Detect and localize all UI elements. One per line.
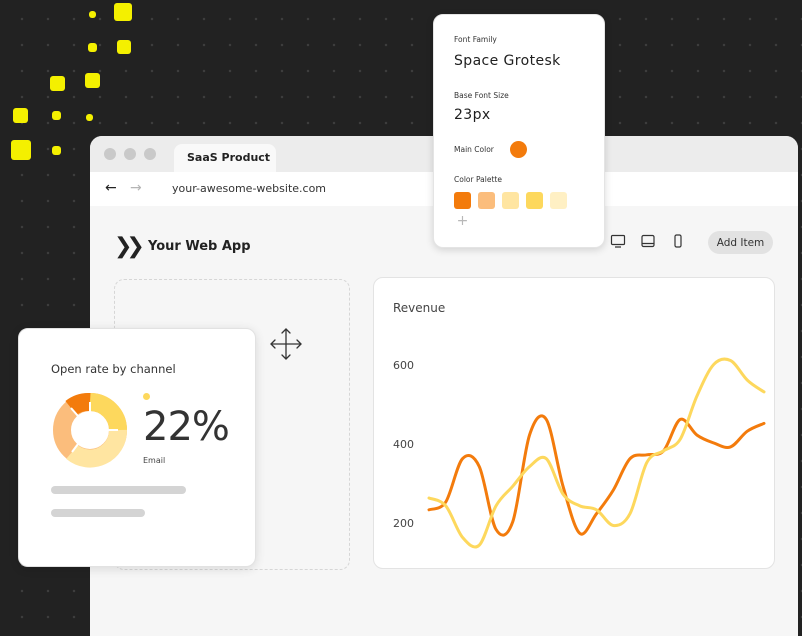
arrow-right-icon[interactable]: → bbox=[130, 180, 142, 196]
decor-square bbox=[86, 114, 93, 121]
font-settings-panel: Font Family Space Grotesk Base Font Size… bbox=[433, 14, 605, 248]
open-rate-card: Open rate by channel 22% Email bbox=[18, 328, 256, 567]
decor-square bbox=[52, 111, 61, 120]
palette-swatch[interactable] bbox=[502, 192, 519, 209]
decor-square bbox=[13, 108, 28, 123]
desktop-icon[interactable] bbox=[610, 234, 626, 248]
decor-square bbox=[50, 76, 65, 91]
app-title: Your Web App bbox=[148, 239, 251, 254]
y-tick-label: 200 bbox=[393, 517, 414, 530]
move-icon[interactable] bbox=[269, 327, 303, 361]
decor-square bbox=[85, 73, 100, 88]
placeholder-bar bbox=[51, 509, 145, 517]
arrow-left-icon[interactable]: ← bbox=[105, 180, 117, 196]
open-rate-percent: 22% bbox=[143, 404, 230, 450]
main-color-swatch[interactable] bbox=[510, 141, 527, 158]
decor-square bbox=[114, 3, 132, 21]
laptop-icon[interactable] bbox=[640, 234, 656, 248]
channel-label: Email bbox=[143, 456, 166, 465]
chart-title: Revenue bbox=[393, 301, 445, 315]
double-chevron-icon: ❯❯ bbox=[114, 234, 145, 259]
window-maximize-dot[interactable] bbox=[144, 148, 156, 160]
base-font-size-label: Base Font Size bbox=[454, 91, 509, 100]
font-family-value[interactable]: Space Grotesk bbox=[454, 53, 561, 69]
palette-swatch[interactable] bbox=[550, 192, 567, 209]
font-family-label: Font Family bbox=[454, 35, 497, 44]
revenue-series-line bbox=[427, 414, 766, 537]
revenue-series-line bbox=[427, 357, 766, 549]
decor-square bbox=[88, 43, 97, 52]
window-minimize-dot[interactable] bbox=[124, 148, 136, 160]
decor-square bbox=[52, 146, 61, 155]
palette-swatch[interactable] bbox=[526, 192, 543, 209]
add-item-button[interactable]: Add Item bbox=[708, 231, 773, 254]
plus-icon[interactable]: + bbox=[454, 213, 471, 230]
decor-square bbox=[11, 140, 31, 160]
y-tick-label: 600 bbox=[393, 359, 414, 372]
mobile-icon[interactable] bbox=[670, 234, 686, 248]
revenue-chart-card: Revenue 600 400 200 bbox=[373, 277, 775, 569]
y-tick-label: 400 bbox=[393, 438, 414, 451]
main-color-label: Main Color bbox=[454, 145, 494, 154]
color-palette-label: Color Palette bbox=[454, 175, 502, 184]
open-rate-title: Open rate by channel bbox=[51, 362, 176, 376]
decor-square bbox=[89, 11, 96, 18]
url-field[interactable]: your-awesome-website.com bbox=[172, 182, 326, 195]
placeholder-bar bbox=[51, 486, 186, 494]
browser-tab[interactable]: SaaS Product bbox=[174, 144, 276, 172]
palette-swatch[interactable] bbox=[478, 192, 495, 209]
palette-swatch[interactable] bbox=[454, 192, 471, 209]
decor-square bbox=[117, 40, 131, 54]
legend-dot bbox=[143, 393, 150, 400]
window-close-dot[interactable] bbox=[104, 148, 116, 160]
base-font-size-value[interactable]: 23px bbox=[454, 107, 491, 123]
revenue-chart: Revenue 600 400 200 bbox=[393, 301, 766, 549]
donut-chart bbox=[53, 392, 127, 468]
